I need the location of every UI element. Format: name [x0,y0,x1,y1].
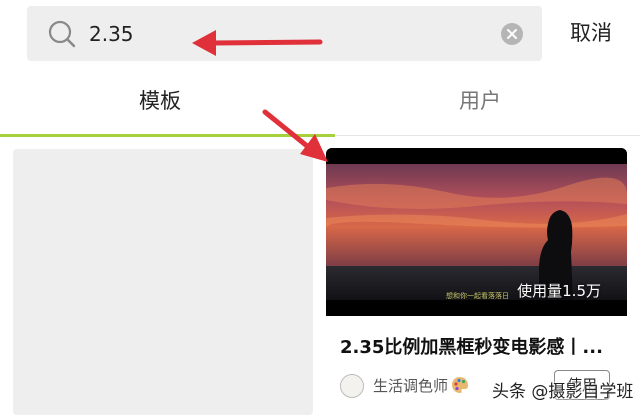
search-bar[interactable]: 2.35 [27,6,542,61]
tab-users[interactable]: 用户 [320,86,640,116]
thumbnail-caption: 想和你一起看落落日 [446,291,509,300]
clear-icon[interactable] [501,23,523,45]
search-icon [48,20,76,48]
tab-templates[interactable]: 模板 [0,86,320,116]
template-thumbnail[interactable]: 想和你一起看落落日 使用量1.5万 [326,148,627,316]
tab-divider [335,135,640,136]
cancel-button[interactable]: 取消 [570,18,612,48]
palette-icon [452,377,468,393]
search-input[interactable]: 2.35 [89,19,134,49]
result-placeholder [13,149,313,415]
author-name[interactable]: 生活调色师 [373,375,448,397]
author-avatar[interactable] [340,374,364,398]
watermark: 头条 @摄影自学班 [492,382,634,402]
usage-count: 使用量1.5万 [517,282,601,300]
template-title[interactable]: 2.35比例加黑框秒变电影感丨... [340,336,620,360]
template-card[interactable]: 想和你一起看落落日 使用量1.5万 2.35比例加黑框秒变电影感丨... 生活调… [326,148,627,415]
